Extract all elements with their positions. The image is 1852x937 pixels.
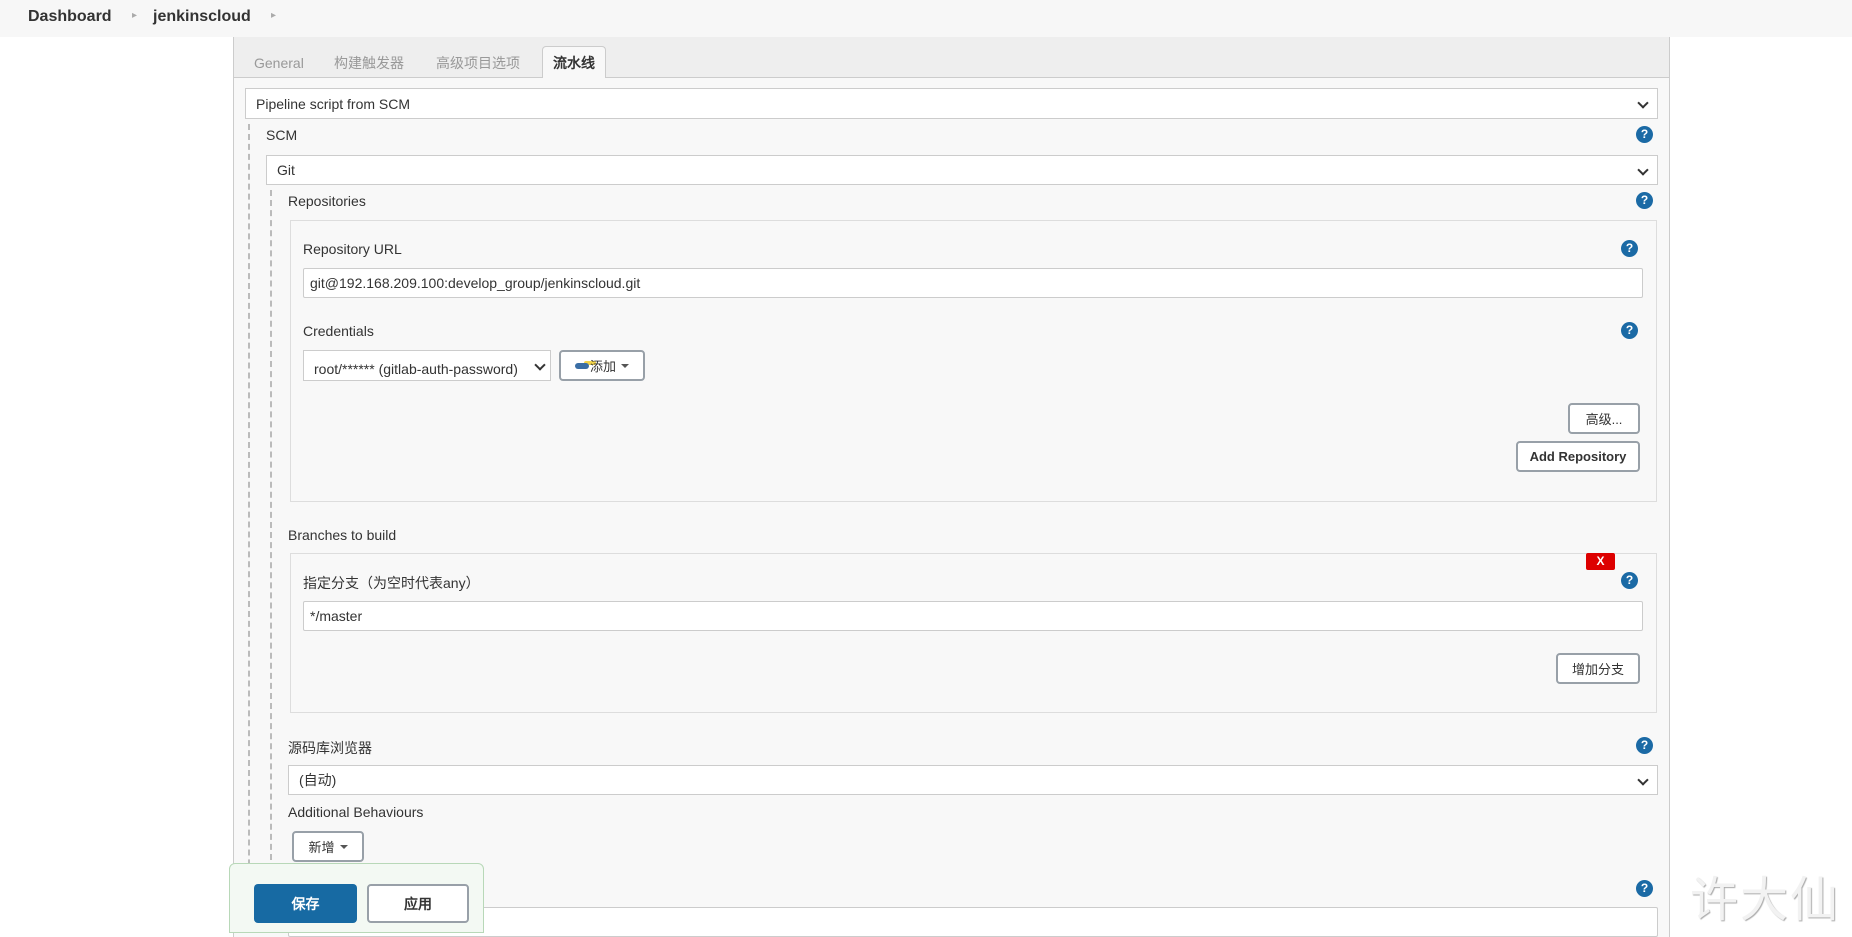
repo-browser-label: 源码库浏览器 [288,740,372,756]
watermark: 许大仙 [1690,872,1841,928]
repo-browser-select[interactable]: (自动) [288,765,1658,795]
pipeline-definition-select[interactable]: Pipeline script from SCM [245,88,1658,119]
advanced-button[interactable]: 高级... [1568,403,1640,434]
repo-browser-value: (自动) [299,772,337,788]
caret-down-icon [339,844,348,849]
pipeline-definition-value: Pipeline script from SCM [256,95,411,112]
help-icon[interactable]: ? [1621,240,1638,257]
chevron-right-icon: ▸ [132,10,138,21]
next-field-input[interactable] [288,907,1658,937]
breadcrumb-bar [0,0,1852,37]
branch-entry [290,553,1657,713]
add-behaviour-label: 新增 [308,840,335,855]
branches-to-build-label: Branches to build [288,527,397,543]
repository-url-input[interactable]: git@192.168.209.100:develop_group/jenkin… [303,268,1643,298]
help-icon[interactable]: ? [1636,880,1653,897]
add-credentials-button[interactable]: 添加 [559,350,645,381]
apply-button[interactable]: 应用 [367,884,469,923]
breadcrumb-dashboard[interactable]: Dashboard [28,8,112,26]
add-credentials-label: 添加 [589,359,616,374]
scm-select[interactable]: Git [266,155,1658,185]
key-icon [574,362,589,369]
breadcrumb-jenkinscloud[interactable]: jenkinscloud [153,8,251,26]
nesting-guide [248,124,250,925]
chevron-down-icon [1638,776,1647,785]
add-behaviour-button[interactable]: 新增 [292,831,364,862]
tab-general[interactable]: General [246,46,312,78]
tab-pipeline[interactable]: 流水线 [542,46,606,78]
add-repository-button[interactable]: Add Repository [1516,441,1640,472]
chevron-down-icon [1638,99,1647,108]
tab-advanced-project-options[interactable]: 高级项目选项 [428,46,528,78]
help-icon[interactable]: ? [1636,192,1653,209]
branch-specifier-label: 指定分支（为空时代表any） [303,575,480,591]
chevron-down-icon [535,361,544,370]
delete-branch-button[interactable]: X [1586,553,1615,570]
help-icon[interactable]: ? [1621,572,1638,589]
nesting-guide [270,190,272,870]
credentials-label: Credentials [303,323,374,339]
branch-specifier-input[interactable]: */master [303,601,1643,631]
help-icon[interactable]: ? [1636,737,1653,754]
help-icon[interactable]: ? [1636,126,1653,143]
scm-value: Git [277,162,295,178]
credentials-value: root/****** (gitlab-auth-password) [314,360,518,377]
help-icon[interactable]: ? [1621,322,1638,339]
add-branch-button[interactable]: 增加分支 [1556,653,1640,684]
additional-behaviours-label: Additional Behaviours [288,804,424,820]
repository-url-label: Repository URL [303,241,402,257]
tab-build-triggers[interactable]: 构建触发器 [326,46,412,78]
scm-label: SCM [266,127,298,143]
credentials-select[interactable]: root/****** (gitlab-auth-password) [303,350,551,381]
repositories-label: Repositories [288,193,366,209]
chevron-down-icon [1638,166,1647,175]
caret-down-icon [621,363,629,368]
save-button[interactable]: 保存 [254,884,357,923]
chevron-right-icon[interactable]: ▸ [271,10,276,21]
